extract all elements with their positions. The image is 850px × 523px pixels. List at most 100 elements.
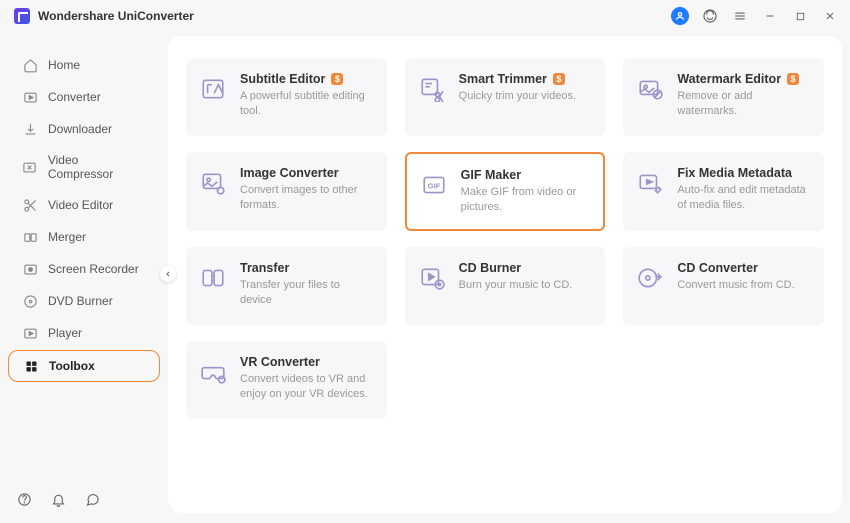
card-title: Watermark Editor$	[677, 72, 812, 86]
gif-icon: GIF	[421, 172, 447, 198]
subtitle-icon	[200, 76, 226, 102]
card-title: Transfer	[240, 261, 375, 275]
sidebar-item-label: Player	[48, 326, 82, 340]
sidebar-item-recorder[interactable]: Screen Recorder	[8, 254, 160, 284]
sidebar-item-player[interactable]: Player	[8, 318, 160, 348]
merge-icon	[22, 229, 38, 245]
card-desc: Convert videos to VR and enjoy on your V…	[240, 372, 375, 402]
sidebar-item-compressor[interactable]: Video Compressor	[8, 146, 160, 188]
card-title: GIF Maker	[461, 168, 592, 182]
sidebar-item-converter[interactable]: Converter	[8, 82, 160, 112]
trimmer-icon	[419, 76, 445, 102]
sidebar: Home Converter Downloader Video Compress…	[0, 32, 168, 523]
sidebar-item-label: Screen Recorder	[48, 262, 139, 276]
vr-icon	[200, 359, 226, 385]
support-button[interactable]	[700, 6, 720, 26]
card-desc: Make GIF from video or pictures.	[461, 185, 592, 215]
play-icon	[22, 325, 38, 341]
titlebar: Wondershare UniConverter	[0, 0, 850, 32]
cd-burn-icon	[419, 265, 445, 291]
premium-badge-icon: $	[787, 73, 799, 85]
sidebar-item-label: Downloader	[48, 122, 112, 136]
main: Home Converter Downloader Video Compress…	[0, 32, 850, 523]
sidebar-bottom	[0, 489, 168, 515]
converter-icon	[22, 89, 38, 105]
sidebar-item-label: Home	[48, 58, 80, 72]
card-body: Smart Trimmer$ Quicky trim your videos.	[459, 72, 594, 122]
title-controls	[670, 6, 840, 26]
tool-image-converter[interactable]: Image Converter Convert images to other …	[186, 152, 387, 231]
notifications-button[interactable]	[48, 489, 68, 509]
tool-cd-converter[interactable]: CD Converter Convert music from CD.	[623, 247, 824, 325]
title-left: Wondershare UniConverter	[14, 8, 194, 24]
tool-gif-maker[interactable]: GIF GIF Maker Make GIF from video or pic…	[405, 152, 606, 231]
card-title: CD Burner	[459, 261, 594, 275]
minimize-button[interactable]	[760, 6, 780, 26]
tool-cd-burner[interactable]: CD Burner Burn your music to CD.	[405, 247, 606, 325]
tool-transfer[interactable]: Transfer Transfer your files to device	[186, 247, 387, 325]
feedback-button[interactable]	[82, 489, 102, 509]
card-title: Subtitle Editor$	[240, 72, 375, 86]
record-icon	[22, 261, 38, 277]
transfer-icon	[200, 265, 226, 291]
watermark-icon	[637, 76, 663, 102]
card-title: CD Converter	[677, 261, 812, 275]
card-body: Watermark Editor$ Remove or add watermar…	[677, 72, 812, 122]
tool-smart-trimmer[interactable]: Smart Trimmer$ Quicky trim your videos.	[405, 58, 606, 136]
sidebar-item-label: Toolbox	[49, 359, 95, 373]
sidebar-nav: Home Converter Downloader Video Compress…	[0, 48, 168, 489]
download-icon	[22, 121, 38, 137]
scissors-icon	[22, 197, 38, 213]
card-desc: Remove or add watermarks.	[677, 89, 812, 119]
sidebar-item-label: Merger	[48, 230, 86, 244]
help-button[interactable]	[14, 489, 34, 509]
sidebar-item-toolbox[interactable]: Toolbox	[8, 350, 160, 382]
card-title: VR Converter	[240, 355, 375, 369]
sidebar-item-label: Video Editor	[48, 198, 113, 212]
user-avatar-icon	[671, 7, 689, 25]
disc-icon	[22, 293, 38, 309]
sidebar-item-home[interactable]: Home	[8, 50, 160, 80]
cd-convert-icon	[637, 265, 663, 291]
premium-badge-icon: $	[331, 73, 343, 85]
card-desc: Auto-fix and edit metadata of media file…	[677, 183, 812, 213]
menu-button[interactable]	[730, 6, 750, 26]
card-body: GIF Maker Make GIF from video or picture…	[461, 168, 592, 215]
card-title: Image Converter	[240, 166, 375, 180]
card-desc: Convert images to other formats.	[240, 183, 375, 213]
tool-vr-converter[interactable]: VR Converter Convert videos to VR and en…	[186, 341, 387, 419]
account-button[interactable]	[670, 6, 690, 26]
card-title: Fix Media Metadata	[677, 166, 812, 180]
card-desc: Convert music from CD.	[677, 278, 812, 293]
card-desc: Transfer your files to device	[240, 278, 375, 308]
sidebar-item-label: Video Compressor	[48, 153, 146, 181]
app-title: Wondershare UniConverter	[38, 9, 194, 23]
sidebar-item-editor[interactable]: Video Editor	[8, 190, 160, 220]
card-body: CD Burner Burn your music to CD.	[459, 261, 594, 311]
card-desc: Burn your music to CD.	[459, 278, 594, 293]
card-body: VR Converter Convert videos to VR and en…	[240, 355, 375, 405]
close-button[interactable]	[820, 6, 840, 26]
tool-fix-metadata[interactable]: Fix Media Metadata Auto-fix and edit met…	[623, 152, 824, 231]
grid-icon	[23, 358, 39, 374]
app-logo-icon	[14, 8, 30, 24]
sidebar-item-merger[interactable]: Merger	[8, 222, 160, 252]
content-panel: Subtitle Editor$ A powerful subtitle edi…	[168, 36, 842, 513]
metadata-icon	[637, 170, 663, 196]
tool-subtitle-editor[interactable]: Subtitle Editor$ A powerful subtitle edi…	[186, 58, 387, 136]
card-desc: Quicky trim your videos.	[459, 89, 594, 104]
sidebar-item-dvd[interactable]: DVD Burner	[8, 286, 160, 316]
collapse-sidebar-button[interactable]	[160, 266, 176, 282]
home-icon	[22, 57, 38, 73]
card-desc: A powerful subtitle editing tool.	[240, 89, 375, 119]
sidebar-item-downloader[interactable]: Downloader	[8, 114, 160, 144]
card-body: Transfer Transfer your files to device	[240, 261, 375, 311]
card-body: Image Converter Convert images to other …	[240, 166, 375, 217]
card-body: Subtitle Editor$ A powerful subtitle edi…	[240, 72, 375, 122]
tool-watermark-editor[interactable]: Watermark Editor$ Remove or add watermar…	[623, 58, 824, 136]
card-body: CD Converter Convert music from CD.	[677, 261, 812, 311]
image-convert-icon	[200, 170, 226, 196]
compress-icon	[22, 159, 38, 175]
premium-badge-icon: $	[553, 73, 565, 85]
maximize-button[interactable]	[790, 6, 810, 26]
